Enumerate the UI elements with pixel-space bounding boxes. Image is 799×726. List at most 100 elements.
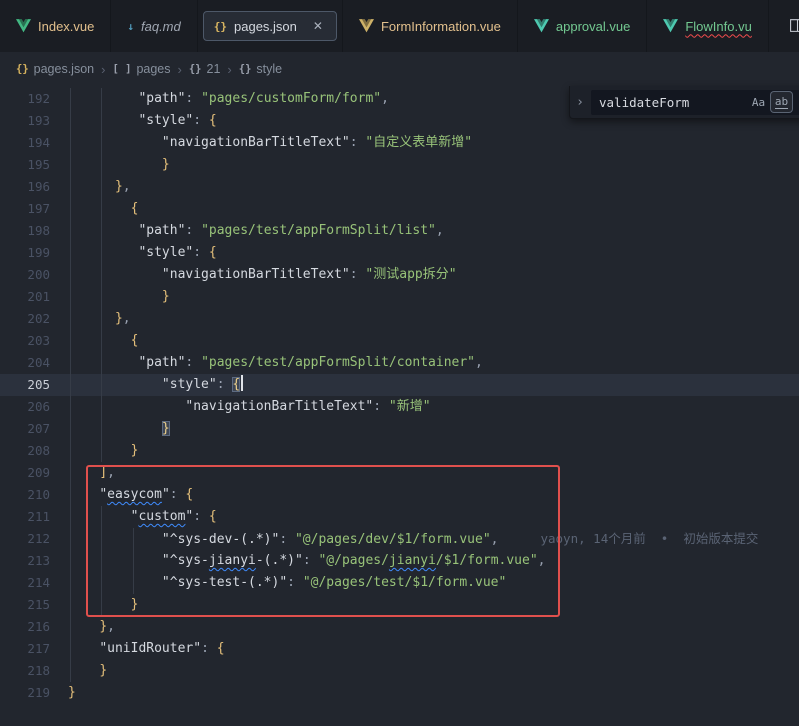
line-number[interactable]: 204 [0, 352, 50, 374]
vue-icon [16, 19, 31, 33]
line-number[interactable]: 202 [0, 308, 50, 330]
breadcrumb-item-pages[interactable]: [ ]pages [112, 62, 170, 76]
code-line-216[interactable]: 216 }, [0, 616, 799, 638]
code-line-214[interactable]: 214 "^sys-test-(.*)": "@/pages/test/$1/f… [0, 572, 799, 594]
code-line-218[interactable]: 218 } [0, 660, 799, 682]
line-number[interactable]: 210 [0, 484, 50, 506]
tab-label: FlowInfo.vu [685, 19, 751, 34]
line-number[interactable]: 219 [0, 682, 50, 704]
code-line-199[interactable]: 199 "style": { [0, 242, 799, 264]
tab-bar: Index.vue↓faq.md{}pages.json✕FormInforma… [0, 0, 799, 52]
code-text: "navigationBarTitleText": "自定义表单新增" [50, 132, 472, 154]
tab-pages-json[interactable]: {}pages.json✕ [198, 0, 343, 52]
code-text: }, [50, 616, 115, 638]
code-line-196[interactable]: 196 }, [0, 176, 799, 198]
code-line-206[interactable]: 206 "navigationBarTitleText": "新增" [0, 396, 799, 418]
find-input[interactable]: validateForm Aa ab .* [591, 90, 799, 115]
indent-guide [133, 528, 134, 594]
line-number[interactable]: 213 [0, 550, 50, 572]
code-text: "path": "pages/test/appFormSplit/contain… [50, 352, 483, 374]
code-text: "path": "pages/test/appFormSplit/list", [50, 220, 444, 242]
line-number[interactable]: 208 [0, 440, 50, 462]
code-line-204[interactable]: 204 "path": "pages/test/appFormSplit/con… [0, 352, 799, 374]
line-number[interactable]: 218 [0, 660, 50, 682]
line-number[interactable]: 193 [0, 110, 50, 132]
breadcrumb-separator: › [178, 62, 182, 77]
tab-flowinfo-vu[interactable]: FlowInfo.vu [647, 0, 768, 52]
code-line-208[interactable]: 208 } [0, 440, 799, 462]
regex-icon[interactable]: .* [794, 92, 799, 112]
line-number[interactable]: 199 [0, 242, 50, 264]
code-line-211[interactable]: 211 "custom": { [0, 506, 799, 528]
code-text: "style": { [50, 242, 217, 264]
code-line-212[interactable]: 212 "^sys-dev-(.*)": "@/pages/dev/$1/for… [0, 528, 799, 550]
split-editor-icon[interactable] [789, 17, 799, 39]
line-number[interactable]: 196 [0, 176, 50, 198]
code-line-215[interactable]: 215 } [0, 594, 799, 616]
code-line-198[interactable]: 198 "path": "pages/test/appFormSplit/lis… [0, 220, 799, 242]
tab-approval-vue[interactable]: approval.vue [518, 0, 647, 52]
vscode-window: Index.vue↓faq.md{}pages.json✕FormInforma… [0, 0, 799, 726]
code-text: } [50, 418, 170, 440]
line-number[interactable]: 211 [0, 506, 50, 528]
line-number[interactable]: 212 [0, 528, 50, 550]
line-number[interactable]: 194 [0, 132, 50, 154]
code-line-203[interactable]: 203 { [0, 330, 799, 352]
whole-word-icon[interactable]: ab [771, 92, 792, 112]
code-line-195[interactable]: 195 } [0, 154, 799, 176]
line-number[interactable]: 216 [0, 616, 50, 638]
find-query[interactable]: validateForm [599, 95, 746, 110]
code-line-197[interactable]: 197 { [0, 198, 799, 220]
code-line-217[interactable]: 217 "uniIdRouter": { [0, 638, 799, 660]
line-number[interactable]: 217 [0, 638, 50, 660]
tab-forminformation-vue[interactable]: FormInformation.vue [343, 0, 518, 52]
line-number[interactable]: 195 [0, 154, 50, 176]
symbol-icon: {} [189, 63, 202, 75]
line-number[interactable]: 209 [0, 462, 50, 484]
tab-label: Index.vue [38, 19, 94, 34]
vue-icon [534, 19, 549, 33]
code-line-201[interactable]: 201 } [0, 286, 799, 308]
find-widget: › validateForm Aa ab .* [569, 86, 799, 119]
tab-label: pages.json [234, 19, 297, 34]
breadcrumb-item-style[interactable]: {}style [239, 62, 282, 76]
code-line-210[interactable]: 210 "easycom": { [0, 484, 799, 506]
line-number[interactable]: 207 [0, 418, 50, 440]
toggle-replace-chevron-icon[interactable]: › [574, 95, 586, 110]
breadcrumb-separator: › [101, 62, 105, 77]
line-number[interactable]: 206 [0, 396, 50, 418]
line-number[interactable]: 205 [0, 374, 50, 396]
code-line-194[interactable]: 194 "navigationBarTitleText": "自定义表单新增" [0, 132, 799, 154]
code-line-219[interactable]: 219} [0, 682, 799, 704]
line-number[interactable]: 203 [0, 330, 50, 352]
vue-icon [359, 19, 374, 33]
line-number[interactable]: 214 [0, 572, 50, 594]
code-text: } [50, 286, 170, 308]
code-line-207[interactable]: 207 } [0, 418, 799, 440]
line-number[interactable]: 215 [0, 594, 50, 616]
symbol-icon: [ ] [112, 63, 131, 75]
close-icon[interactable]: ✕ [310, 18, 326, 34]
line-number[interactable]: 197 [0, 198, 50, 220]
code-line-205[interactable]: 205 "style": { [0, 374, 799, 396]
tab-faq-md[interactable]: ↓faq.md [111, 0, 197, 52]
code-line-200[interactable]: 200 "navigationBarTitleText": "测试app拆分" [0, 264, 799, 286]
code-line-209[interactable]: 209 ], [0, 462, 799, 484]
line-number[interactable]: 198 [0, 220, 50, 242]
whole-word-glyph: ab [775, 95, 788, 109]
code-text: "style": { [50, 374, 243, 396]
arrow-down-icon: ↓ [127, 20, 134, 33]
breadcrumb-item-21[interactable]: {}21 [189, 62, 221, 76]
code-line-202[interactable]: 202 }, [0, 308, 799, 330]
line-number[interactable]: 201 [0, 286, 50, 308]
code-text: }, [50, 308, 131, 330]
code-line-213[interactable]: 213 "^sys-jianyi-(.*)": "@/pages/jianyi/… [0, 550, 799, 572]
breadcrumb-item-pages-json[interactable]: {}pages.json [16, 62, 94, 76]
line-number[interactable]: 192 [0, 88, 50, 110]
code-text: ], [50, 462, 115, 484]
editor[interactable]: 192 "path": "pages/customForm/form",193 … [0, 86, 799, 726]
git-blame-annotation: yaoyn, 14个月前 • 初始版本提交 [540, 531, 758, 546]
match-case-icon[interactable]: Aa [748, 92, 769, 112]
tab-index-vue[interactable]: Index.vue [0, 0, 111, 52]
line-number[interactable]: 200 [0, 264, 50, 286]
